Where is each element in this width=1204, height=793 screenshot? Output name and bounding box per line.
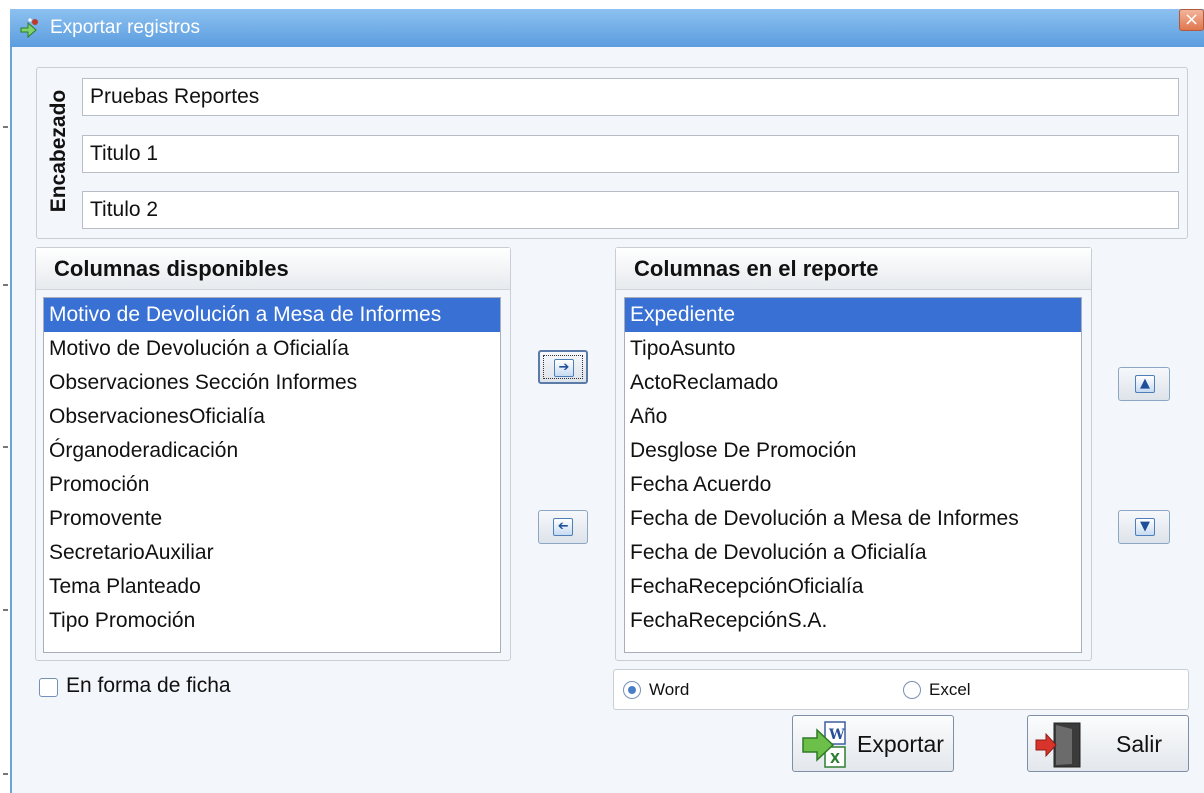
list-item[interactable]: Observaciones Sección Informes: [44, 366, 500, 400]
exit-door-icon: [1035, 722, 1081, 768]
list-item[interactable]: Fecha de Devolución a Oficialía: [625, 536, 1081, 570]
list-item[interactable]: Fecha Acuerdo: [625, 468, 1081, 502]
move-down-button[interactable]: ▼: [1118, 510, 1170, 544]
available-columns-list[interactable]: Motivo de Devolución a Mesa de Informes …: [43, 297, 501, 653]
edge-mark: [3, 609, 8, 611]
radio-selected-dot: [628, 686, 636, 694]
list-item[interactable]: FechaRecepciónS.A.: [625, 604, 1081, 638]
svg-text:X: X: [830, 752, 840, 767]
edge-mark: [3, 126, 8, 128]
list-item[interactable]: Año: [625, 400, 1081, 434]
excel-radio[interactable]: [903, 681, 921, 699]
list-item[interactable]: Motivo de Devolución a Oficialía: [44, 332, 500, 366]
add-column-button[interactable]: ➔: [538, 350, 588, 384]
list-item[interactable]: ActoReclamado: [625, 366, 1081, 400]
arrow-down-icon: ▼: [1135, 518, 1155, 536]
excel-radio-label: Excel: [929, 680, 971, 699]
export-button[interactable]: W X Exportar: [792, 715, 954, 772]
list-item[interactable]: Órganoderadicación: [44, 434, 500, 468]
list-item[interactable]: ObservacionesOficialía: [44, 400, 500, 434]
window-title: Exportar registros: [50, 17, 200, 38]
title-2-field[interactable]: Titulo 2: [82, 191, 1179, 229]
available-columns-title: Columnas disponibles: [36, 248, 510, 290]
report-name-field[interactable]: Pruebas Reportes: [82, 78, 1179, 116]
list-item[interactable]: Promoción: [44, 468, 500, 502]
exit-button[interactable]: Salir: [1027, 715, 1189, 772]
list-item[interactable]: Desglose De Promoción: [625, 434, 1081, 468]
arrow-left-icon: ➔: [553, 518, 573, 536]
exit-button-label: Salir: [1116, 731, 1163, 757]
svg-text:W: W: [828, 727, 845, 743]
edge-mark: [3, 284, 8, 286]
edge-mark: [3, 446, 8, 448]
report-columns-title: Columnas en el reporte: [616, 248, 1091, 290]
close-button[interactable]: ×: [1179, 9, 1204, 31]
report-columns-list[interactable]: Expediente TipoAsunto ActoReclamado Año …: [624, 297, 1082, 653]
close-icon: ×: [1183, 9, 1200, 30]
header-group-label: Encabezado: [47, 89, 70, 213]
list-item[interactable]: FechaRecepciónOficialía: [625, 570, 1081, 604]
format-group: [613, 669, 1189, 710]
list-item[interactable]: Fecha de Devolución a Mesa de Informes: [625, 502, 1081, 536]
export-app-icon: [20, 18, 38, 39]
card-form-checkbox[interactable]: [39, 678, 58, 697]
export-icon: W X: [802, 721, 846, 768]
list-item[interactable]: Tema Planteado: [44, 570, 500, 604]
export-button-label: Exportar: [857, 731, 944, 757]
word-radio[interactable]: [623, 681, 641, 699]
arrow-up-icon: ▲: [1135, 375, 1155, 393]
list-item[interactable]: TipoAsunto: [625, 332, 1081, 366]
list-item[interactable]: Motivo de Devolución a Mesa de Informes: [44, 298, 500, 332]
remove-column-button[interactable]: ➔: [538, 510, 588, 544]
edge-mark: [3, 773, 8, 775]
card-form-label: En forma de ficha: [66, 674, 231, 697]
list-item[interactable]: Promovente: [44, 502, 500, 536]
move-up-button[interactable]: ▲: [1118, 367, 1170, 401]
title-bar[interactable]: Exportar registros: [10, 9, 1204, 47]
word-radio-label: Word: [649, 680, 690, 699]
list-item[interactable]: SecretarioAuxiliar: [44, 536, 500, 570]
list-item[interactable]: Expediente: [625, 298, 1081, 332]
arrow-right-icon: ➔: [554, 359, 574, 377]
title-1-field[interactable]: Titulo 1: [82, 135, 1179, 173]
list-item[interactable]: Tipo Promoción: [44, 604, 500, 638]
